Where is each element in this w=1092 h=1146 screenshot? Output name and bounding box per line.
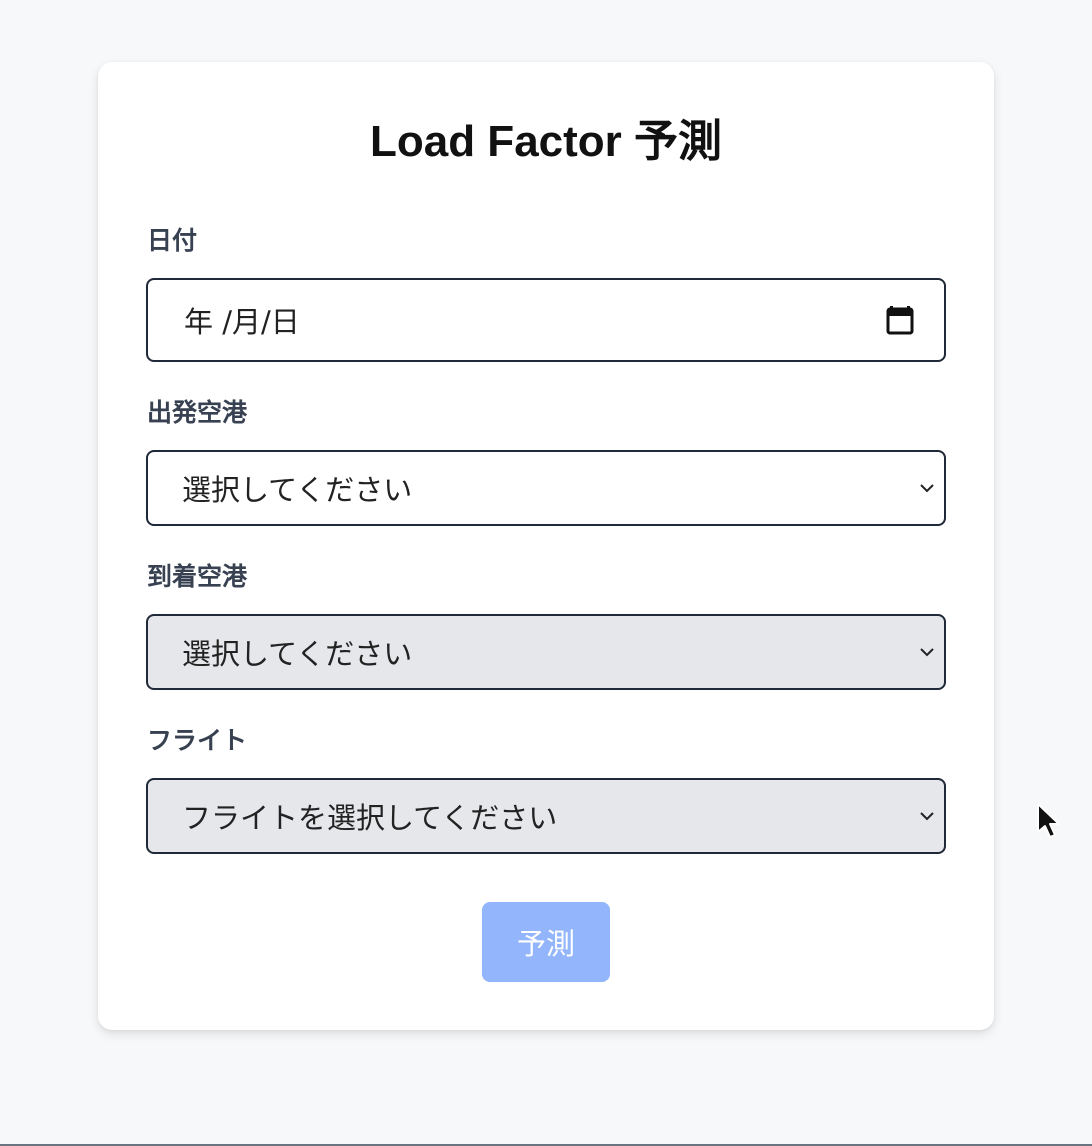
date-input-value: 年 /月/日 xyxy=(184,305,300,339)
date-input[interactable]: 年 /月/日 xyxy=(146,278,946,362)
date-label: 日付 xyxy=(147,226,198,255)
flight-select[interactable]: フライトを選択してください xyxy=(146,778,946,854)
arrival-airport-selected: 選択してください xyxy=(182,637,413,671)
chevron-down-icon xyxy=(920,812,934,821)
calendar-icon[interactable] xyxy=(886,305,914,335)
chevron-down-icon xyxy=(920,648,934,657)
chevron-down-icon xyxy=(920,484,934,493)
departure-airport-label: 出発空港 xyxy=(147,398,248,427)
prediction-form-card: Load Factor 予測 日付 年 /月/日 出発空港 選択してください 到… xyxy=(98,62,994,1030)
page-background: Load Factor 予測 日付 年 /月/日 出発空港 選択してください 到… xyxy=(0,0,1092,1146)
departure-airport-selected: 選択してください xyxy=(182,473,413,507)
page-title: Load Factor 予測 xyxy=(369,117,723,166)
arrival-airport-select[interactable]: 選択してください xyxy=(146,614,946,690)
departure-airport-select[interactable]: 選択してください xyxy=(146,450,946,526)
predict-button[interactable]: 予測 xyxy=(482,902,610,982)
arrival-airport-label: 到着空港 xyxy=(147,562,248,591)
flight-label: フライト xyxy=(147,726,248,755)
mouse-cursor-icon xyxy=(1037,803,1060,838)
flight-selected: フライトを選択してください xyxy=(182,801,558,835)
